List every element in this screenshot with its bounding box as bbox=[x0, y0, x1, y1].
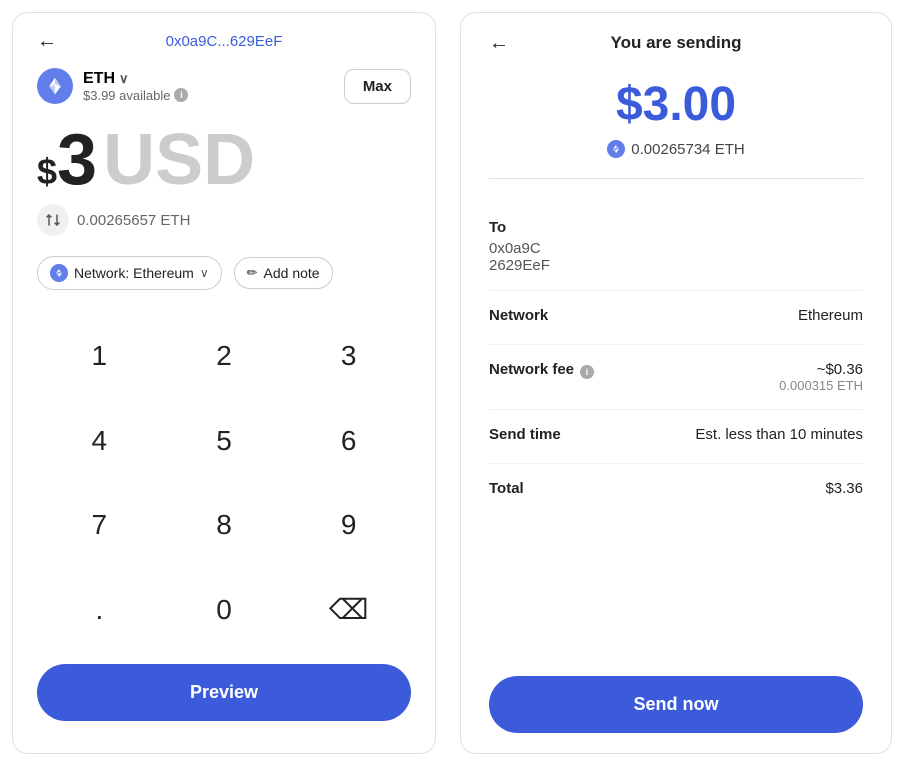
network-label: Network bbox=[489, 307, 548, 324]
fee-info-icon[interactable]: i bbox=[580, 365, 594, 379]
send-amount-eth-row: 0.00265734 ETH bbox=[489, 140, 863, 179]
key-dot[interactable]: . bbox=[37, 568, 162, 653]
time-row: Send time Est. less than 10 minutes bbox=[489, 410, 863, 464]
top-nav-left: ← 0x0a9C...629EeF bbox=[37, 33, 411, 50]
network-eth-icon bbox=[50, 264, 68, 282]
key-4[interactable]: 4 bbox=[37, 399, 162, 484]
token-available: $3.99 available i bbox=[83, 88, 188, 103]
token-info[interactable]: ETH ∨ $3.99 available i bbox=[37, 68, 188, 104]
amount-number: 3 bbox=[57, 124, 97, 196]
time-label: Send time bbox=[489, 426, 561, 443]
fee-row: Network fee i ~$0.36 0.000315 ETH bbox=[489, 345, 863, 410]
key-1[interactable]: 1 bbox=[37, 314, 162, 399]
token-name: ETH ∨ bbox=[83, 70, 188, 88]
network-eth-logo bbox=[54, 268, 64, 278]
options-row: Network: Ethereum ∨ ✏ Add note bbox=[37, 256, 411, 290]
send-amount-usd: $3.00 bbox=[489, 77, 863, 132]
key-8[interactable]: 8 bbox=[162, 483, 287, 568]
amount-currency: USD bbox=[103, 124, 255, 196]
sending-title: You are sending bbox=[611, 33, 742, 53]
preview-button[interactable]: Preview bbox=[37, 664, 411, 721]
top-nav-right: ← You are sending bbox=[489, 33, 863, 53]
right-panel: ← You are sending $3.00 0.00265734 ETH T… bbox=[460, 12, 892, 754]
total-row: Total $3.36 bbox=[489, 464, 863, 517]
conversion-row: 0.00265657 ETH bbox=[37, 204, 411, 236]
network-value: Ethereum bbox=[798, 307, 863, 324]
amount-display: $ 3 USD bbox=[37, 124, 411, 196]
fee-label-row: Network fee i bbox=[489, 361, 594, 382]
swap-icon[interactable] bbox=[37, 204, 69, 236]
eth-logo-right bbox=[611, 144, 621, 154]
max-button[interactable]: Max bbox=[344, 69, 411, 104]
token-chevron: ∨ bbox=[119, 71, 129, 87]
key-backspace[interactable]: ⌫ bbox=[286, 568, 411, 653]
back-arrow-right[interactable]: ← bbox=[489, 32, 509, 55]
fee-label: Network fee bbox=[489, 361, 574, 378]
pencil-icon: ✏ bbox=[247, 265, 258, 281]
fee-eth: 0.000315 ETH bbox=[779, 378, 863, 393]
address-display[interactable]: 0x0a9C...629EeF bbox=[166, 33, 283, 50]
key-2[interactable]: 2 bbox=[162, 314, 287, 399]
key-5[interactable]: 5 bbox=[162, 399, 287, 484]
to-address-line1: 0x0a9C bbox=[489, 240, 863, 257]
network-button[interactable]: Network: Ethereum ∨ bbox=[37, 256, 222, 290]
to-address-line2: 2629EeF bbox=[489, 257, 863, 274]
send-amount-eth: 0.00265734 ETH bbox=[631, 141, 744, 158]
dollar-sign: $ bbox=[37, 151, 57, 193]
key-0[interactable]: 0 bbox=[162, 568, 287, 653]
total-label: Total bbox=[489, 480, 524, 497]
back-arrow-left[interactable]: ← bbox=[37, 30, 57, 53]
key-6[interactable]: 6 bbox=[286, 399, 411, 484]
fee-usd: ~$0.36 bbox=[779, 361, 863, 378]
total-value: $3.36 bbox=[825, 480, 863, 497]
token-row: ETH ∨ $3.99 available i Max bbox=[37, 68, 411, 104]
left-panel: ← 0x0a9C...629EeF ETH bbox=[12, 12, 436, 754]
eth-logo-icon bbox=[45, 76, 65, 96]
time-value: Est. less than 10 minutes bbox=[695, 426, 863, 443]
to-row: To 0x0a9C 2629EeF bbox=[489, 203, 863, 291]
network-row: Network Ethereum bbox=[489, 291, 863, 345]
eth-icon-right bbox=[607, 140, 625, 158]
detail-rows: To 0x0a9C 2629EeF Network Ethereum Netwo… bbox=[489, 203, 863, 517]
to-label: To bbox=[489, 219, 863, 236]
conversion-text: 0.00265657 ETH bbox=[77, 212, 190, 229]
send-now-button[interactable]: Send now bbox=[489, 676, 863, 733]
token-text: ETH ∨ $3.99 available i bbox=[83, 70, 188, 103]
add-note-button[interactable]: ✏ Add note bbox=[234, 257, 333, 289]
fee-values: ~$0.36 0.000315 ETH bbox=[779, 361, 863, 393]
info-icon[interactable]: i bbox=[174, 88, 188, 102]
key-3[interactable]: 3 bbox=[286, 314, 411, 399]
key-7[interactable]: 7 bbox=[37, 483, 162, 568]
network-chevron-icon: ∨ bbox=[200, 266, 209, 280]
keypad: 1 2 3 4 5 6 7 8 9 . 0 ⌫ bbox=[37, 314, 411, 652]
eth-icon bbox=[37, 68, 73, 104]
key-9[interactable]: 9 bbox=[286, 483, 411, 568]
